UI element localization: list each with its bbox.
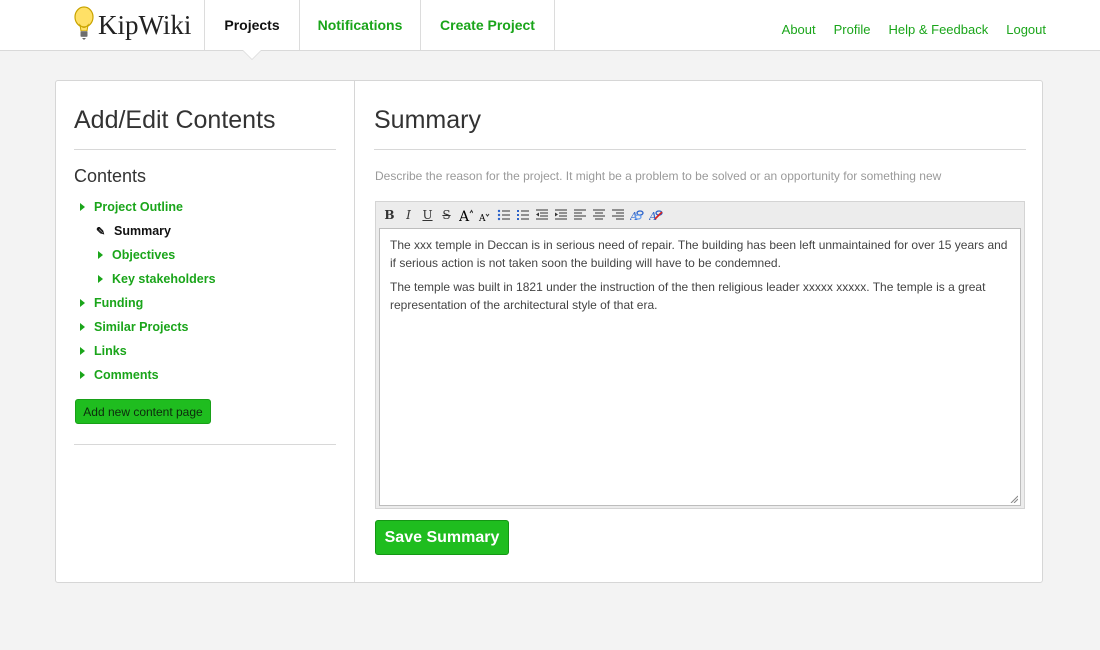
align-right-icon: [611, 209, 624, 220]
sidebar-item-comments[interactable]: Comments: [80, 366, 159, 384]
unlink-icon: A: [649, 210, 663, 221]
pencil-icon: ✎: [96, 225, 106, 238]
active-tab-caret: [243, 50, 261, 59]
numbered-list-button[interactable]: [513, 206, 532, 224]
bold-button[interactable]: B: [380, 206, 399, 224]
align-left-icon: [573, 209, 586, 220]
profile-link[interactable]: Profile: [834, 22, 871, 37]
align-center-button[interactable]: [589, 206, 608, 224]
editor-toolbar: B I U S A A A A: [380, 205, 665, 225]
about-link[interactable]: About: [782, 22, 816, 37]
align-center-icon: [592, 209, 605, 220]
tab-create-project-label: Create Project: [440, 17, 535, 33]
remove-link-button[interactable]: A: [646, 206, 665, 224]
sidebar-item-links[interactable]: Links: [80, 342, 127, 360]
indent-icon: [554, 209, 567, 220]
summary-editor-panel: Summary Describe the reason for the proj…: [355, 81, 1042, 582]
increase-font-icon: A: [459, 209, 473, 221]
decrease-font-icon: A: [478, 213, 489, 221]
align-right-button[interactable]: [608, 206, 627, 224]
svg-text:A: A: [478, 214, 486, 221]
triangle-right-icon: [80, 371, 85, 379]
app-name: KipWiki: [98, 9, 192, 40]
triangle-right-icon: [80, 203, 85, 211]
sidebar-item-project-outline[interactable]: Project Outline: [80, 198, 183, 216]
divider: [74, 149, 336, 150]
top-navigation-bar: KipWiki Projects Notifications Create Pr…: [0, 0, 1100, 60]
resize-handle-icon[interactable]: [1010, 495, 1018, 503]
sidebar-item-label: Key stakeholders: [112, 272, 216, 286]
increase-font-size-button[interactable]: A: [456, 206, 475, 224]
contents-sidebar: Add/Edit Contents Contents Project Outli…: [56, 81, 355, 582]
sidebar-item-label: Comments: [94, 368, 159, 382]
sidebar-item-label: Project Outline: [94, 200, 183, 214]
tab-create-project[interactable]: Create Project: [420, 0, 555, 50]
decrease-font-size-button[interactable]: A: [475, 206, 494, 224]
user-links: About Profile Help & Feedback Logout: [764, 0, 1046, 58]
tab-projects[interactable]: Projects: [204, 0, 299, 60]
italic-button[interactable]: I: [399, 206, 418, 224]
indent-button[interactable]: [551, 206, 570, 224]
triangle-right-icon: [80, 347, 85, 355]
logout-link[interactable]: Logout: [1006, 22, 1046, 37]
contents-heading: Contents: [74, 166, 147, 186]
bulleted-list-button[interactable]: [494, 206, 513, 224]
svg-text:A: A: [649, 210, 657, 221]
summary-textarea[interactable]: The xxx temple in Deccan is in serious n…: [379, 228, 1021, 506]
divider: [374, 149, 1026, 150]
align-left-button[interactable]: [570, 206, 589, 224]
sidebar-item-similar-projects[interactable]: Similar Projects: [80, 318, 189, 336]
save-summary-button[interactable]: Save Summary: [375, 520, 509, 555]
page-title: Summary: [374, 106, 481, 134]
triangle-right-icon: [98, 251, 103, 259]
insert-link-button[interactable]: A: [627, 206, 646, 224]
divider: [74, 444, 336, 445]
summary-paragraph-1: The xxx temple in Deccan is in serious n…: [390, 238, 1008, 270]
svg-text:A: A: [459, 209, 470, 221]
sidebar-title: Add/Edit Contents: [74, 106, 276, 134]
content-card: Add/Edit Contents Contents Project Outli…: [55, 80, 1043, 583]
bullet-list-icon: [497, 209, 510, 221]
sidebar-item-label: Objectives: [112, 248, 176, 262]
tab-projects-label: Projects: [224, 17, 280, 33]
app-logo[interactable]: KipWiki: [72, 5, 192, 46]
strikethrough-button[interactable]: S: [437, 206, 456, 224]
sidebar-item-summary[interactable]: ✎ Summary: [96, 222, 171, 240]
sidebar-item-label: Similar Projects: [94, 320, 189, 334]
link-icon: A: [630, 210, 644, 221]
underline-button[interactable]: U: [418, 206, 437, 224]
outdent-button[interactable]: [532, 206, 551, 224]
field-hint: Describe the reason for the project. It …: [375, 169, 942, 183]
triangle-right-icon: [98, 275, 103, 283]
help-feedback-link[interactable]: Help & Feedback: [889, 22, 989, 37]
sidebar-item-objectives[interactable]: Objectives: [98, 246, 175, 264]
summary-paragraph-2: The temple was built in 1821 under the i…: [390, 280, 986, 312]
main-nav: Projects Notifications Create Project: [204, 0, 555, 60]
tab-notifications-label: Notifications: [317, 17, 403, 33]
outdent-icon: [535, 209, 548, 220]
numbered-list-icon: [516, 210, 529, 220]
tab-notifications[interactable]: Notifications: [299, 0, 420, 50]
triangle-right-icon: [80, 323, 85, 331]
sidebar-item-label: Links: [94, 344, 127, 358]
sidebar-item-key-stakeholders[interactable]: Key stakeholders: [98, 270, 216, 288]
sidebar-item-label: Summary: [114, 224, 171, 238]
triangle-right-icon: [80, 299, 85, 307]
lightbulb-icon: [72, 5, 96, 46]
rich-text-editor: B I U S A A A A The xxx temple in Deccan…: [375, 201, 1025, 509]
sidebar-item-funding[interactable]: Funding: [80, 294, 143, 312]
sidebar-item-label: Funding: [94, 296, 144, 310]
add-content-page-button[interactable]: Add new content page: [75, 399, 211, 424]
